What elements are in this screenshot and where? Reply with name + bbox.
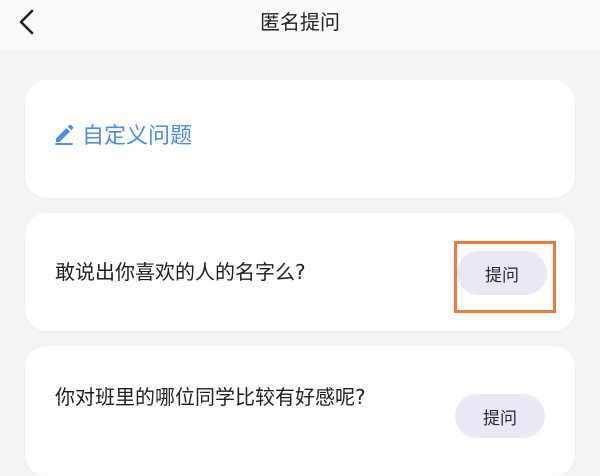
top-bar: 匿名提问 — [0, 0, 600, 50]
pencil-icon — [55, 124, 74, 145]
page-title: 匿名提问 — [260, 9, 340, 34]
question-text: 敢说出你喜欢的人的名字么? — [55, 260, 306, 284]
question-card: 敢说出你喜欢的人的名字么? 提问 — [25, 213, 575, 331]
question-text: 你对班里的哪位同学比较有好感呢? — [55, 385, 366, 409]
ask-button[interactable]: 提问 — [455, 394, 545, 438]
custom-question-button[interactable]: 自定义问题 — [52, 118, 192, 150]
custom-question-label: 自定义问题 — [82, 124, 193, 149]
question-card: 你对班里的哪位同学比较有好感呢? 提问 — [25, 346, 575, 476]
custom-question-card: 自定义问题 — [25, 80, 575, 198]
ask-button[interactable]: 提问 — [457, 251, 547, 295]
